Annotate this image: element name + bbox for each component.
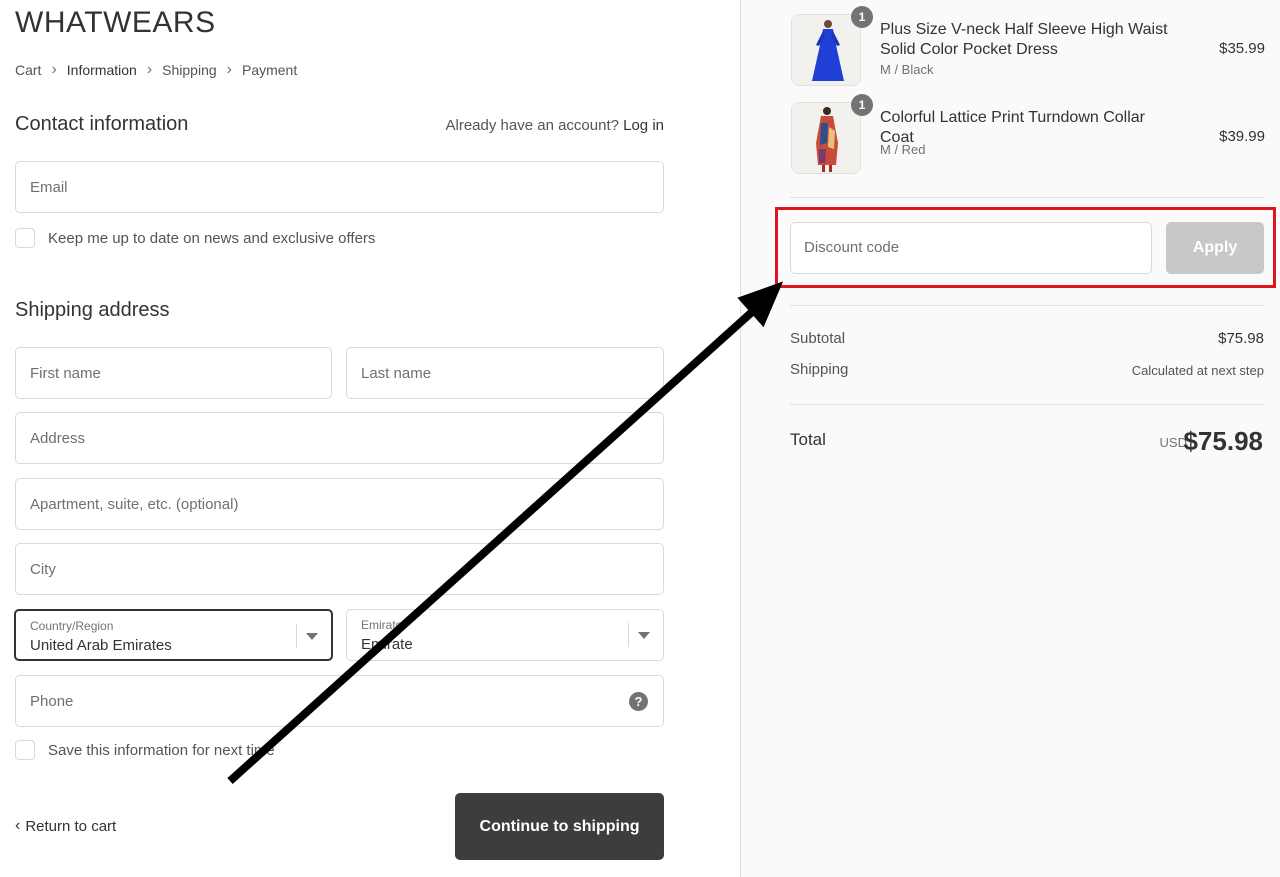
order-item: 1 Colorful Lattice Print Turndown Collar… xyxy=(791,94,1265,174)
shipping-heading: Shipping address xyxy=(15,299,170,321)
email-field[interactable]: Email xyxy=(15,161,664,213)
newsletter-label: Keep me up to date on news and exclusive… xyxy=(48,229,376,247)
first-name-placeholder: First name xyxy=(30,365,101,382)
apartment-field[interactable]: Apartment, suite, etc. (optional) xyxy=(15,478,664,530)
store-logo[interactable]: WHATWEARS xyxy=(15,6,216,40)
dress-image xyxy=(792,15,860,85)
address-field[interactable]: Address xyxy=(15,412,664,464)
subtotal-value: $75.98 xyxy=(1218,330,1264,347)
chevron-right-icon: › xyxy=(51,61,57,78)
login-prompt-text: Already have an account? xyxy=(445,117,619,134)
item-variant: M / Black xyxy=(880,62,934,77)
login-prompt: Already have an account? Log in xyxy=(446,117,665,134)
order-summary: 1 Plus Size V-neck Half Sleeve High Wais… xyxy=(740,0,1280,877)
city-field[interactable]: City xyxy=(15,543,664,595)
product-thumbnail xyxy=(791,102,861,174)
item-price: $39.99 xyxy=(1219,128,1265,145)
newsletter-checkbox-row[interactable]: Keep me up to date on news and exclusive… xyxy=(15,228,375,248)
save-info-checkbox-row[interactable]: Save this information for next time xyxy=(15,740,275,760)
emirate-value: Emirate xyxy=(361,636,413,653)
coat-image xyxy=(792,103,860,173)
first-name-field[interactable]: First name xyxy=(15,347,332,399)
total-label: Total xyxy=(790,430,826,449)
country-value: United Arab Emirates xyxy=(30,637,172,654)
phone-field[interactable]: Phone ? xyxy=(15,675,664,727)
quantity-badge: 1 xyxy=(851,6,873,28)
apartment-placeholder: Apartment, suite, etc. (optional) xyxy=(30,496,239,513)
divider xyxy=(790,404,1264,405)
email-placeholder: Email xyxy=(30,179,68,196)
item-price: $35.99 xyxy=(1219,40,1265,57)
save-info-checkbox[interactable] xyxy=(15,740,35,760)
discount-highlight-box xyxy=(775,207,1276,288)
checkout-main: WHATWEARS Cart › Information › Shipping … xyxy=(0,0,740,877)
city-placeholder: City xyxy=(30,561,56,578)
chevron-down-icon xyxy=(638,632,650,639)
contact-heading: Contact information xyxy=(15,113,189,135)
item-variant: M / Red xyxy=(880,142,926,157)
continue-to-shipping-button[interactable]: Continue to shipping xyxy=(455,793,664,860)
breadcrumb-cart[interactable]: Cart xyxy=(15,62,41,78)
country-select[interactable]: Country/Region United Arab Emirates xyxy=(14,609,333,661)
emirate-label: Emirate xyxy=(361,618,403,632)
product-thumbnail xyxy=(791,14,861,86)
newsletter-checkbox[interactable] xyxy=(15,228,35,248)
divider xyxy=(790,305,1264,306)
return-to-cart-link[interactable]: ‹ Return to cart xyxy=(15,817,116,835)
breadcrumb-information: Information xyxy=(66,62,137,78)
breadcrumb-shipping: Shipping xyxy=(162,62,217,78)
breadcrumb: Cart › Information › Shipping › Payment xyxy=(15,61,297,79)
subtotal-row: Subtotal $75.98 xyxy=(790,330,1264,347)
phone-placeholder: Phone xyxy=(30,693,74,710)
subtotal-label: Subtotal xyxy=(790,330,846,347)
chevron-right-icon: › xyxy=(226,61,232,78)
question-icon[interactable]: ? xyxy=(629,692,648,711)
save-info-label: Save this information for next time xyxy=(48,741,275,759)
select-divider xyxy=(628,623,629,647)
total-value: $75.98 xyxy=(1183,426,1263,456)
chevron-left-icon: ‹ xyxy=(15,817,21,834)
chevron-right-icon: › xyxy=(146,61,153,78)
order-item: 1 Plus Size V-neck Half Sleeve High Wais… xyxy=(791,6,1265,86)
breadcrumb-payment: Payment xyxy=(241,62,298,78)
shipping-value: Calculated at next step xyxy=(1131,363,1264,378)
item-name: Plus Size V-neck Half Sleeve High Waist … xyxy=(880,21,1168,58)
return-label: Return to cart xyxy=(25,817,117,835)
login-link[interactable]: Log in xyxy=(623,117,664,134)
shipping-label: Shipping xyxy=(790,361,849,378)
chevron-down-icon xyxy=(306,633,318,640)
divider xyxy=(790,197,1264,198)
last-name-placeholder: Last name xyxy=(361,365,432,382)
country-label: Country/Region xyxy=(30,619,114,633)
shipping-row: Shipping Calculated at next step xyxy=(790,361,1264,378)
quantity-badge: 1 xyxy=(851,94,873,116)
address-placeholder: Address xyxy=(30,430,86,447)
emirate-select[interactable]: Emirate Emirate xyxy=(346,609,664,661)
select-divider xyxy=(296,624,297,648)
last-name-field[interactable]: Last name xyxy=(346,347,664,399)
